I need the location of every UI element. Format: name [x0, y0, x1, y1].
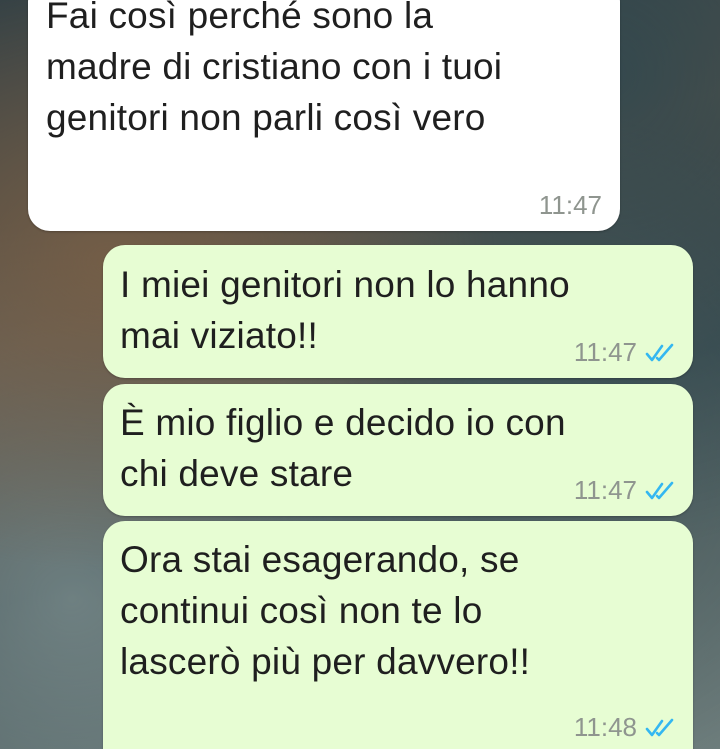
message-meta: 11:47	[539, 190, 602, 221]
message-time: 11:47	[573, 475, 637, 505]
message-text: Ora stai esagerando, se continui così no…	[120, 539, 531, 682]
message-text: Fai così perché sono la madre di cristia…	[46, 0, 503, 138]
message-time: 11:48	[573, 712, 637, 742]
double-check-icon	[645, 343, 674, 361]
double-check-icon	[645, 718, 674, 736]
double-check-icon	[645, 481, 674, 499]
message-bubble-outgoing[interactable]: I miei genitori non lo hanno mai viziato…	[103, 245, 693, 378]
message-bubble-incoming[interactable]: Fai così perché sono la madre di cristia…	[28, 0, 620, 231]
message-meta: 11:48	[574, 712, 675, 743]
message-meta: 11:47	[574, 475, 675, 506]
chat-conversation: Fai così perché sono la madre di cristia…	[0, 0, 720, 749]
message-bubble-outgoing[interactable]: È mio figlio e decido io con chi deve st…	[103, 384, 693, 516]
message-bubble-outgoing[interactable]: Ora stai esagerando, se continui così no…	[103, 521, 693, 749]
message-time: 11:47	[538, 190, 602, 220]
message-time: 11:47	[573, 337, 637, 367]
message-meta: 11:47	[574, 337, 675, 368]
